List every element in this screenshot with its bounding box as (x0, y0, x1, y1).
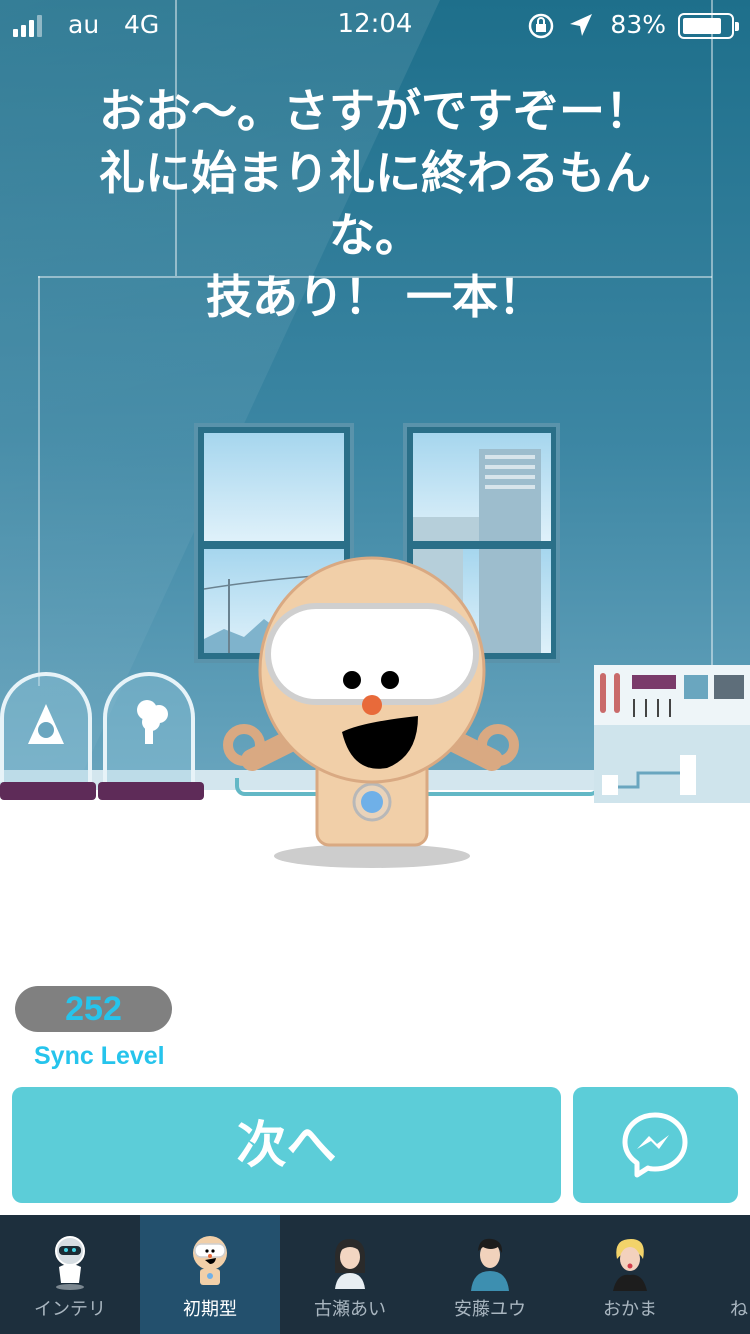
tab-interi[interactable]: インテリ (0, 1215, 140, 1334)
girl-avatar-icon (335, 1239, 365, 1289)
tab-label: ね (730, 1299, 748, 1320)
blonde-avatar-icon (613, 1239, 647, 1291)
initial-robot-avatar-icon (193, 1236, 227, 1285)
control-console (594, 665, 750, 803)
dome-base (0, 782, 96, 800)
tab-initial-model[interactable]: 初期型 (140, 1215, 280, 1334)
next-button[interactable]: 次へ (12, 1087, 561, 1203)
initial-robot-character (223, 556, 519, 868)
specimen-dome (103, 672, 195, 782)
wall-line (38, 276, 40, 686)
tab-label: 古瀬あい (314, 1299, 386, 1320)
tab-label: 安藤ユウ (454, 1299, 526, 1320)
dialogue-line: な。 (329, 208, 421, 262)
character-dialogue: おお〜。さすがですぞー！ 礼に始まり礼に終わるもん な。 技あり！ 一本！ (30, 80, 720, 328)
battery-icon (678, 13, 739, 39)
tab-furuse-ai[interactable]: 古瀬あい (280, 1215, 420, 1334)
tab-partial[interactable]: ね (700, 1215, 750, 1334)
tab-label: インテリ (34, 1299, 106, 1320)
status-bar: au 4G 12:04 83% (0, 0, 750, 52)
location-arrow-icon (570, 14, 592, 36)
tab-okama[interactable]: おかま (560, 1215, 700, 1334)
boy-avatar-icon (471, 1238, 509, 1291)
battery-percent: 83% (610, 10, 666, 39)
dialogue-line: 礼に始まり礼に終わるもん (99, 146, 651, 200)
sync-level-label: Sync Level (34, 1042, 165, 1070)
orientation-lock-icon (528, 13, 554, 39)
messenger-share-button[interactable] (573, 1087, 738, 1203)
robot-avatar-icon (55, 1236, 85, 1290)
specimen-dome (0, 672, 92, 782)
tab-ando-yu[interactable]: 安藤ユウ (420, 1215, 560, 1334)
tab-label: おかま (603, 1299, 657, 1320)
tab-label: 初期型 (183, 1299, 237, 1320)
dialogue-line: 技あり！ 一本！ (205, 270, 544, 324)
sync-level-value: 252 (15, 986, 172, 1032)
messenger-icon (622, 1112, 688, 1178)
dome-base (98, 782, 204, 800)
dialogue-line: おお〜。さすがですぞー！ (99, 84, 651, 138)
character-tab-bar: インテリ 初期型 古瀬あい 安藤ユウ おかま ね (0, 1215, 750, 1334)
